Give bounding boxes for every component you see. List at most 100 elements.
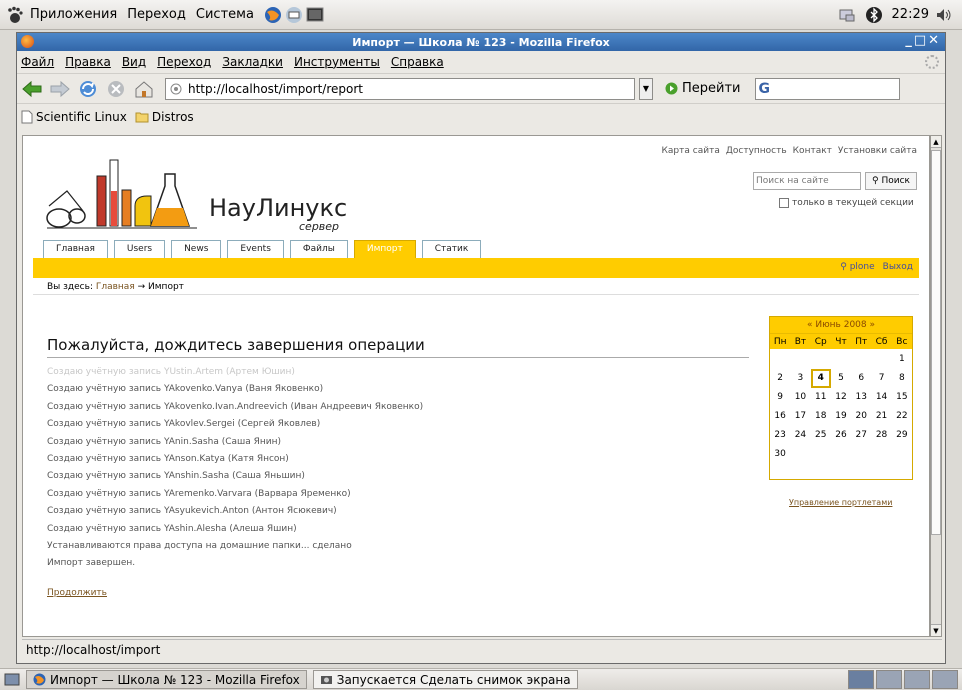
calendar-day[interactable]: 28 <box>871 426 891 445</box>
calendar-day[interactable]: 4 <box>810 369 831 388</box>
calendar-day[interactable]: 26 <box>831 426 851 445</box>
site-action-accessibility[interactable]: Доступность <box>726 146 787 156</box>
navigation-toolbar: http://localhost/import/report ▼ Перейти… <box>17 73 945 103</box>
continue-link[interactable]: Продолжить <box>47 588 107 598</box>
calendar-day[interactable]: 12 <box>831 388 851 407</box>
site-search-button[interactable]: ⚲ Поиск <box>865 172 917 190</box>
site-action-preferences[interactable]: Установки сайта <box>838 146 917 156</box>
logout-link[interactable]: Выход <box>883 262 913 272</box>
calendar-day[interactable]: 22 <box>892 407 912 426</box>
window-controls[interactable]: _□✕ <box>905 33 941 48</box>
user-link[interactable]: ⚲ plone <box>840 262 874 272</box>
show-desktop-icon[interactable] <box>4 672 20 688</box>
tab-news[interactable]: News <box>171 240 222 258</box>
calendar-day[interactable]: 20 <box>851 407 871 426</box>
calendar-day[interactable]: 13 <box>851 388 871 407</box>
menu-system[interactable]: Система <box>196 7 254 22</box>
menu-tools[interactable]: Инструменты <box>294 55 380 69</box>
calendar-day[interactable]: 8 <box>892 369 912 388</box>
calendar-day[interactable]: 17 <box>790 407 810 426</box>
workspace-1[interactable] <box>848 670 874 689</box>
go-button[interactable]: Перейти <box>665 81 741 96</box>
bluetooth-icon[interactable] <box>865 6 883 24</box>
calendar-day[interactable]: 25 <box>811 426 831 445</box>
firefox-launcher-icon[interactable] <box>264 6 282 24</box>
clock[interactable]: 22:29 <box>892 7 929 22</box>
site-logo[interactable]: НауЛинукс сервер <box>37 156 357 236</box>
calendar-day[interactable]: 5 <box>831 369 851 388</box>
calendar-day[interactable]: 9 <box>770 388 790 407</box>
network-icon[interactable] <box>838 6 856 24</box>
menu-go[interactable]: Переход <box>157 55 211 69</box>
calendar-day[interactable]: 23 <box>770 426 790 445</box>
tab-static[interactable]: Статик <box>421 240 482 258</box>
calendar-day[interactable]: 10 <box>790 388 810 407</box>
menu-file[interactable]: Файл <box>21 55 54 69</box>
workspace-2[interactable] <box>876 670 902 689</box>
calendar-day[interactable]: 6 <box>851 369 871 388</box>
scroll-down-icon[interactable]: ▼ <box>931 624 941 636</box>
scroll-thumb[interactable] <box>931 150 941 535</box>
calendar-day[interactable]: 18 <box>811 407 831 426</box>
calendar-day[interactable]: 15 <box>892 388 912 407</box>
site-action-sitemap[interactable]: Карта сайта <box>662 146 720 156</box>
calendar-day[interactable]: 21 <box>871 407 891 426</box>
manage-portlets-link[interactable]: Управление портлетами <box>789 498 892 507</box>
email-launcher-icon[interactable] <box>285 6 303 24</box>
url-bar[interactable]: http://localhost/import/report <box>165 77 635 100</box>
calendar-day[interactable]: 30 <box>770 445 790 464</box>
tab-import[interactable]: Импорт <box>353 240 416 258</box>
calendar-day[interactable]: 7 <box>871 369 891 388</box>
window-titlebar[interactable]: Импорт — Школа № 123 - Mozilla Firefox _… <box>17 33 945 51</box>
menu-view[interactable]: Вид <box>122 55 146 69</box>
breadcrumb-home[interactable]: Главная <box>96 282 135 292</box>
calendar-day[interactable]: 1 <box>892 350 912 369</box>
breadcrumb-current: Импорт <box>148 282 184 292</box>
calendar-day[interactable]: 11 <box>811 388 831 407</box>
browser-search-box[interactable]: G <box>754 77 900 100</box>
site-action-contact[interactable]: Контакт <box>793 146 832 156</box>
reload-button[interactable] <box>77 78 99 100</box>
menu-applications[interactable]: Приложения <box>30 7 117 22</box>
section-only-checkbox[interactable] <box>779 198 789 208</box>
site-search-input[interactable]: Поиск на сайте <box>753 172 861 190</box>
calendar-day[interactable]: 16 <box>770 407 790 426</box>
menu-places[interactable]: Переход <box>127 7 186 22</box>
calendar-day[interactable]: 14 <box>871 388 891 407</box>
terminal-launcher-icon[interactable] <box>306 6 324 24</box>
taskbar-screenshot[interactable]: Запускается Сделать снимок экрана <box>312 670 578 689</box>
menu-bookmarks[interactable]: Закладки <box>222 55 283 69</box>
tab-users[interactable]: Users <box>113 240 166 258</box>
calendar-day[interactable]: 27 <box>851 426 871 445</box>
calendar-day[interactable]: 19 <box>831 407 851 426</box>
taskbar-firefox[interactable]: Импорт — Школа № 123 - Mozilla Firefox <box>26 670 307 689</box>
back-button[interactable] <box>21 78 43 100</box>
bookmark-scientific-linux[interactable]: Scientific Linux <box>21 110 127 124</box>
calendar-day[interactable]: 3 <box>790 369 810 388</box>
vertical-scrollbar[interactable]: ▲ ▼ <box>930 135 942 637</box>
menu-edit[interactable]: Правка <box>65 55 111 69</box>
stop-button[interactable] <box>105 78 127 100</box>
workspace-4[interactable] <box>932 670 958 689</box>
url-history-dropdown[interactable]: ▼ <box>639 77 653 100</box>
tab-events[interactable]: Events <box>227 240 284 258</box>
calendar-weekdays: Пн Вт Ср Чт Пт Сб Вс <box>770 333 912 349</box>
workspace-3[interactable] <box>904 670 930 689</box>
firefox-window-icon[interactable] <box>21 35 34 48</box>
calendar-day[interactable]: 24 <box>790 426 810 445</box>
divider <box>47 357 749 358</box>
menu-help[interactable]: Справка <box>391 55 444 69</box>
calendar-day[interactable]: 29 <box>892 426 912 445</box>
scroll-up-icon[interactable]: ▲ <box>931 136 941 148</box>
calendar-header[interactable]: « Июнь 2008 » <box>770 317 912 333</box>
section-only-option[interactable]: только в текущей секции <box>779 198 914 208</box>
tab-home[interactable]: Главная <box>43 240 108 258</box>
forward-button[interactable] <box>49 78 71 100</box>
calendar-day[interactable]: 2 <box>770 369 790 388</box>
home-button[interactable] <box>133 78 155 100</box>
bookmark-folder-distros[interactable]: Distros <box>135 110 194 124</box>
volume-icon[interactable] <box>935 6 953 24</box>
tab-files[interactable]: Файлы <box>289 240 348 258</box>
gnome-foot-icon[interactable] <box>6 6 24 24</box>
calendar-weekday: Вс <box>896 337 908 347</box>
